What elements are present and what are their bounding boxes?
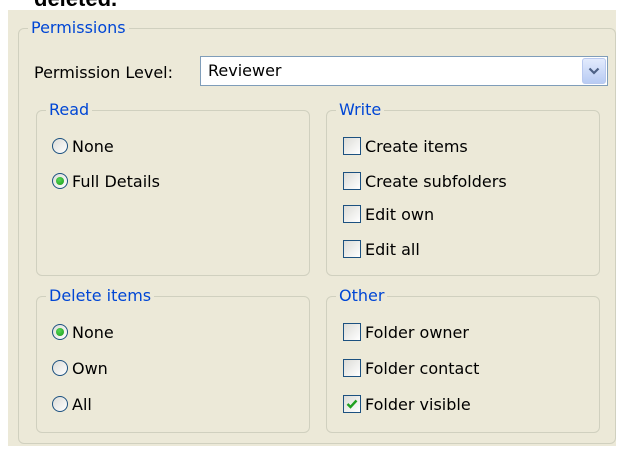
read-group-title: Read — [46, 100, 93, 120]
radio-button-selected[interactable] — [52, 173, 68, 189]
permission-level-dropdown[interactable]: Reviewer — [200, 56, 608, 86]
option-label: Own — [72, 359, 108, 378]
checkbox[interactable] — [343, 323, 361, 341]
option-label: Full Details — [72, 172, 160, 191]
option-label: Create subfolders — [365, 172, 507, 191]
checkbox[interactable] — [343, 137, 361, 155]
chevron-down-icon — [588, 67, 600, 75]
checkbox-checked[interactable] — [343, 395, 361, 413]
permission-level-value: Reviewer — [208, 61, 282, 80]
delete-items-group-title: Delete items — [46, 286, 155, 306]
option-label: Create items — [365, 137, 468, 156]
radio-dot — [56, 328, 64, 336]
option-label: All — [72, 395, 92, 414]
cut-off-heading: deleted. — [34, 0, 117, 10]
radio-dot — [56, 177, 64, 185]
radio-button[interactable] — [52, 360, 68, 376]
radio-button[interactable] — [52, 138, 68, 154]
option-label: Folder owner — [365, 323, 469, 342]
option-label: Folder visible — [365, 395, 471, 414]
checkbox[interactable] — [343, 240, 361, 258]
permission-level-label: Permission Level: — [34, 63, 174, 82]
read-group: Read — [36, 100, 310, 276]
other-group-title: Other — [336, 286, 388, 306]
option-label: None — [72, 323, 114, 342]
checkmark-icon — [346, 399, 358, 409]
checkbox[interactable] — [343, 359, 361, 377]
permissions-group-title: Permissions — [28, 18, 129, 38]
option-label: Folder contact — [365, 359, 480, 378]
radio-button[interactable] — [52, 396, 68, 412]
option-label: None — [72, 137, 114, 156]
radio-button-selected[interactable] — [52, 324, 68, 340]
option-label: Edit own — [365, 205, 435, 224]
checkbox[interactable] — [343, 172, 361, 190]
dropdown-button[interactable] — [582, 58, 606, 84]
checkbox[interactable] — [343, 205, 361, 223]
write-group-title: Write — [336, 100, 385, 120]
option-label: Edit all — [365, 240, 420, 259]
